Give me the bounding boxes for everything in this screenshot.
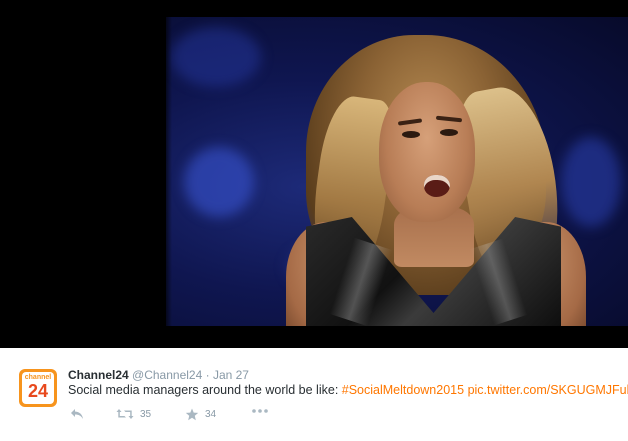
header-separator: · — [205, 368, 210, 382]
eye — [402, 131, 420, 138]
hashtag-link[interactable]: #SocialMeltdown2015 — [342, 383, 464, 397]
tweet-timestamp[interactable]: Jan 27 — [213, 368, 249, 382]
user-handle[interactable]: @Channel24 — [132, 368, 202, 382]
media-link[interactable]: pic.twitter.com/SKGUGMJFul — [468, 383, 628, 397]
tweet-header: Channel24 @Channel24 · Jan 27 — [68, 368, 249, 382]
avatar[interactable]: channel 24 — [19, 369, 57, 407]
favorite-button[interactable]: 34 — [185, 408, 216, 421]
reply-icon — [70, 408, 84, 420]
tweet-card: channel 24 Channel24 @Channel24 · Jan 27… — [0, 348, 628, 441]
background-light — [171, 27, 261, 87]
retweet-count: 35 — [140, 408, 152, 420]
more-button[interactable] — [251, 408, 269, 414]
eye — [440, 129, 458, 136]
avatar-logo: channel 24 — [22, 372, 54, 404]
favorite-count: 34 — [205, 409, 217, 420]
face — [379, 82, 475, 222]
avatar-logo-number: 24 — [27, 381, 49, 401]
tweet-screenshot: channel 24 Channel24 @Channel24 · Jan 27… — [0, 0, 628, 441]
retweet-icon — [116, 408, 134, 420]
star-icon — [185, 408, 199, 421]
reply-button[interactable] — [70, 408, 84, 420]
background-light — [184, 147, 254, 217]
photo-edge-shadow — [166, 17, 172, 326]
retweet-button[interactable]: 35 — [116, 408, 151, 420]
background-light — [561, 137, 621, 227]
tweet-photo[interactable] — [166, 17, 628, 326]
display-name[interactable]: Channel24 — [68, 368, 129, 382]
tweet-text: Social media managers around the world b… — [68, 383, 628, 397]
more-icon — [251, 408, 269, 414]
tweet-body: Social media managers around the world b… — [68, 383, 342, 397]
